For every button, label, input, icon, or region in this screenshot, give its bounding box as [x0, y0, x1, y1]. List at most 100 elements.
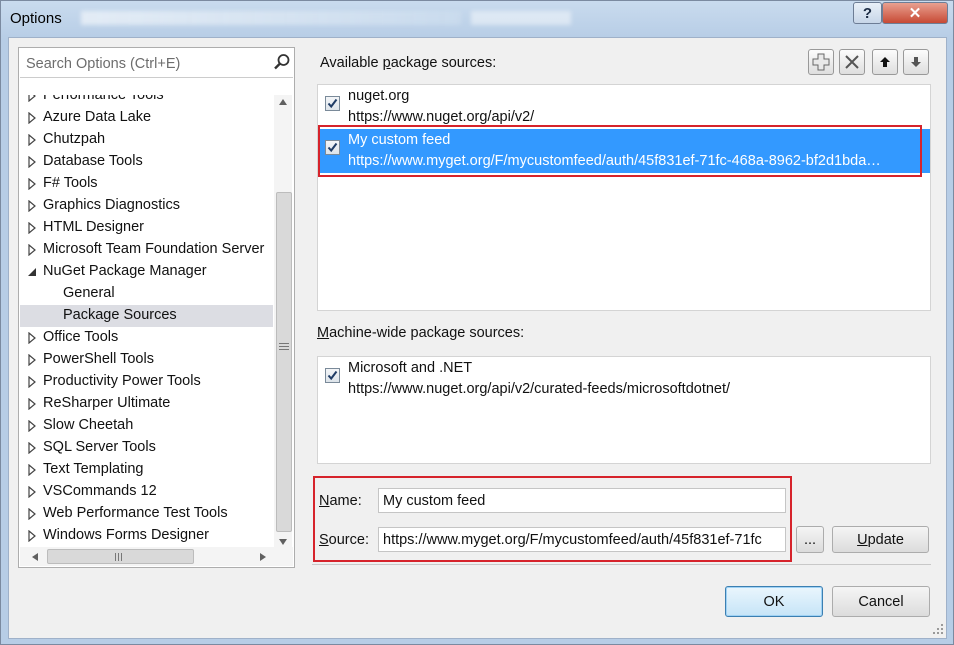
tree-item[interactable]: Azure Data Lake: [20, 107, 273, 129]
cancel-button[interactable]: Cancel: [832, 586, 930, 617]
scrollbar-thumb[interactable]: [47, 549, 194, 564]
expanded-arrow-icon[interactable]: [27, 266, 37, 278]
tree-item-label: Text Templating: [43, 461, 144, 477]
tree-item[interactable]: Windows Forms Designer: [20, 525, 273, 547]
options-dialog: Options ? ✕ Performance Tools Azure Data …: [0, 0, 954, 645]
tree-item[interactable]: Web Performance Test Tools: [20, 503, 273, 525]
arrow-up-icon: [880, 57, 890, 67]
tree-item[interactable]: F# Tools: [20, 173, 273, 195]
source-name: nuget.org: [348, 88, 410, 104]
grip-icon: [279, 343, 289, 352]
checkmark-icon: [327, 370, 338, 381]
tree-item-label: SQL Server Tools: [43, 439, 156, 455]
tree-item-label: Office Tools: [43, 329, 119, 345]
collapsed-arrow-icon[interactable]: [27, 398, 37, 410]
tree-item[interactable]: HTML Designer: [20, 217, 273, 239]
move-up-button[interactable]: [872, 49, 898, 75]
collapsed-arrow-icon[interactable]: [27, 508, 37, 520]
package-source-item[interactable]: nuget.org https://www.nuget.org/api/v2/: [318, 85, 930, 129]
update-button[interactable]: Update: [832, 526, 929, 553]
plus-icon: [812, 53, 830, 71]
enabled-checkbox[interactable]: [325, 368, 340, 383]
help-button[interactable]: ?: [853, 2, 882, 24]
collapsed-arrow-icon[interactable]: [27, 178, 37, 190]
collapsed-arrow-icon[interactable]: [27, 354, 37, 366]
annotation-highlight-box: [313, 476, 792, 562]
collapsed-arrow-icon[interactable]: [27, 442, 37, 454]
tree-item-label: Microsoft Team Foundation Server: [43, 241, 265, 257]
scrollbar-thumb[interactable]: [276, 192, 292, 532]
grip-icon: [115, 553, 122, 561]
collapsed-arrow-icon[interactable]: [27, 530, 37, 542]
tree-item[interactable]: Office Tools: [20, 327, 273, 349]
tree-item[interactable]: SQL Server Tools: [20, 437, 273, 459]
browse-button[interactable]: ...: [796, 526, 824, 553]
close-button[interactable]: ✕: [882, 2, 948, 24]
ok-button[interactable]: OK: [725, 586, 823, 617]
search-icon[interactable]: [273, 53, 291, 71]
package-source-item[interactable]: Microsoft and .NET https://www.nuget.org/…: [318, 357, 930, 401]
source-name: Microsoft and .NET: [348, 360, 473, 376]
search-input[interactable]: [24, 54, 268, 74]
blurred-background-window: [81, 11, 461, 25]
tree-item[interactable]: General: [20, 283, 273, 305]
scroll-up-arrow-icon[interactable]: [277, 97, 289, 107]
separator: [312, 564, 931, 565]
collapsed-arrow-icon[interactable]: [27, 222, 37, 234]
blurred-background-window: [471, 11, 571, 25]
options-tree-pane: Performance Tools Azure Data Lake Chutzpah…: [18, 47, 295, 568]
collapsed-arrow-icon[interactable]: [27, 486, 37, 498]
tree-item-label: Web Performance Test Tools: [43, 505, 228, 521]
enabled-checkbox[interactable]: [325, 96, 340, 111]
source-url: https://www.nuget.org/api/v2/: [348, 109, 535, 125]
tree-item[interactable]: Chutzpah: [20, 129, 273, 151]
scroll-left-arrow-icon[interactable]: [30, 551, 40, 563]
resize-grip-icon[interactable]: [932, 623, 944, 635]
tree-item[interactable]: Graphics Diagnostics: [20, 195, 273, 217]
vertical-scrollbar[interactable]: [274, 95, 292, 547]
tree-item-label: Performance Tools: [43, 95, 164, 103]
checkmark-icon: [327, 98, 338, 109]
collapsed-arrow-icon[interactable]: [27, 332, 37, 344]
scroll-down-arrow-icon[interactable]: [277, 537, 289, 547]
collapsed-arrow-icon[interactable]: [27, 112, 37, 124]
tree-item-label: ReSharper Ultimate: [43, 395, 171, 411]
tree-item[interactable]: NuGet Package Manager: [20, 261, 273, 283]
tree-item-label: Slow Cheetah: [43, 417, 134, 433]
tree-item[interactable]: Database Tools: [20, 151, 273, 173]
title-bar[interactable]: Options ? ✕: [1, 1, 953, 37]
available-sources-list[interactable]: nuget.org https://www.nuget.org/api/v2/My…: [317, 84, 931, 311]
tree-item[interactable]: Slow Cheetah: [20, 415, 273, 437]
collapsed-arrow-icon[interactable]: [27, 95, 37, 102]
collapsed-arrow-icon[interactable]: [27, 376, 37, 388]
move-down-button[interactable]: [903, 49, 929, 75]
dialog-client-area: Performance Tools Azure Data Lake Chutzpah…: [8, 37, 947, 639]
collapsed-arrow-icon[interactable]: [27, 156, 37, 168]
arrow-down-icon: [911, 57, 921, 67]
scroll-right-arrow-icon[interactable]: [258, 551, 268, 563]
tree-item-label: Windows Forms Designer: [43, 527, 209, 543]
tree-item-label: Graphics Diagnostics: [43, 197, 180, 213]
machine-wide-sources-list[interactable]: Microsoft and .NET https://www.nuget.org/…: [317, 356, 931, 464]
window-title: Options: [10, 10, 62, 27]
tree-item[interactable]: Productivity Power Tools: [20, 371, 273, 393]
available-sources-label: Available package sources:: [320, 55, 497, 71]
tree-item[interactable]: Performance Tools: [20, 95, 273, 107]
tree-item-label: Productivity Power Tools: [43, 373, 201, 389]
remove-source-button[interactable]: [839, 49, 865, 75]
collapsed-arrow-icon[interactable]: [27, 420, 37, 432]
add-source-button[interactable]: [808, 49, 834, 75]
tree-item[interactable]: ReSharper Ultimate: [20, 393, 273, 415]
tree-item[interactable]: VSCommands 12: [20, 481, 273, 503]
annotation-highlight-box: [318, 125, 922, 177]
tree-item[interactable]: Text Templating: [20, 459, 273, 481]
collapsed-arrow-icon[interactable]: [27, 464, 37, 476]
tree-item[interactable]: Microsoft Team Foundation Server: [20, 239, 273, 261]
collapsed-arrow-icon[interactable]: [27, 200, 37, 212]
source-url: https://www.nuget.org/api/v2/curated-fee…: [348, 381, 731, 397]
collapsed-arrow-icon[interactable]: [27, 134, 37, 146]
horizontal-scrollbar[interactable]: [20, 547, 293, 566]
tree-item[interactable]: PowerShell Tools: [20, 349, 273, 371]
collapsed-arrow-icon[interactable]: [27, 244, 37, 256]
tree-item[interactable]: Package Sources: [20, 305, 273, 327]
